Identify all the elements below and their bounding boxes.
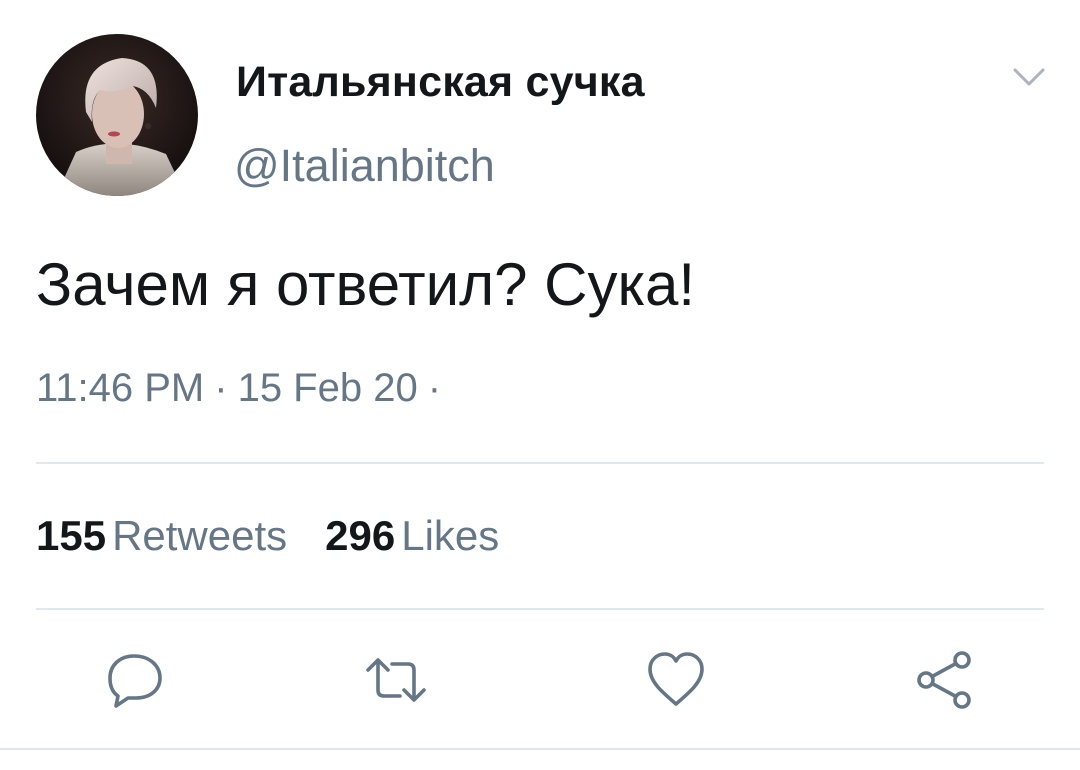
likes-label: Likes xyxy=(401,512,500,559)
tweet-card: Итальянская сучка @Italianbitch Зачем я … xyxy=(0,0,1080,770)
retweets-count: 155 xyxy=(36,512,107,559)
retweet-button[interactable] xyxy=(364,648,428,712)
tweet-meta: 11:46 PM · 15 Feb 20 · xyxy=(36,366,451,411)
avatar[interactable] xyxy=(36,34,198,196)
reply-button[interactable] xyxy=(104,648,168,712)
meta-separator: · xyxy=(214,366,228,410)
chevron-down-icon[interactable] xyxy=(1012,64,1046,90)
tweet-text: Зачем я ответил? Сука! xyxy=(36,251,696,318)
share-icon xyxy=(917,651,971,709)
tweet-time[interactable]: 11:46 PM xyxy=(36,366,204,410)
heart-icon xyxy=(648,652,704,706)
divider xyxy=(0,748,1080,750)
retweets-stat[interactable]: 155 Retweets xyxy=(36,512,287,559)
retweet-icon xyxy=(366,658,426,702)
author-handle[interactable]: @Italianbitch xyxy=(234,140,495,192)
retweets-label: Retweets xyxy=(112,512,288,559)
likes-count: 296 xyxy=(325,512,396,559)
divider xyxy=(36,462,1044,464)
divider xyxy=(36,608,1044,610)
comment-icon xyxy=(108,654,162,708)
avatar-photo xyxy=(36,34,198,196)
likes-stat[interactable]: 296 Likes xyxy=(325,512,499,559)
tweet-stats: 155 Retweets 296 Likes xyxy=(36,512,499,560)
meta-separator-trailing: · xyxy=(427,366,442,410)
share-button[interactable] xyxy=(912,648,976,712)
tweet-date[interactable]: 15 Feb 20 xyxy=(238,366,418,410)
author-display-name[interactable]: Итальянская сучка xyxy=(236,58,645,107)
like-button[interactable] xyxy=(644,648,708,712)
